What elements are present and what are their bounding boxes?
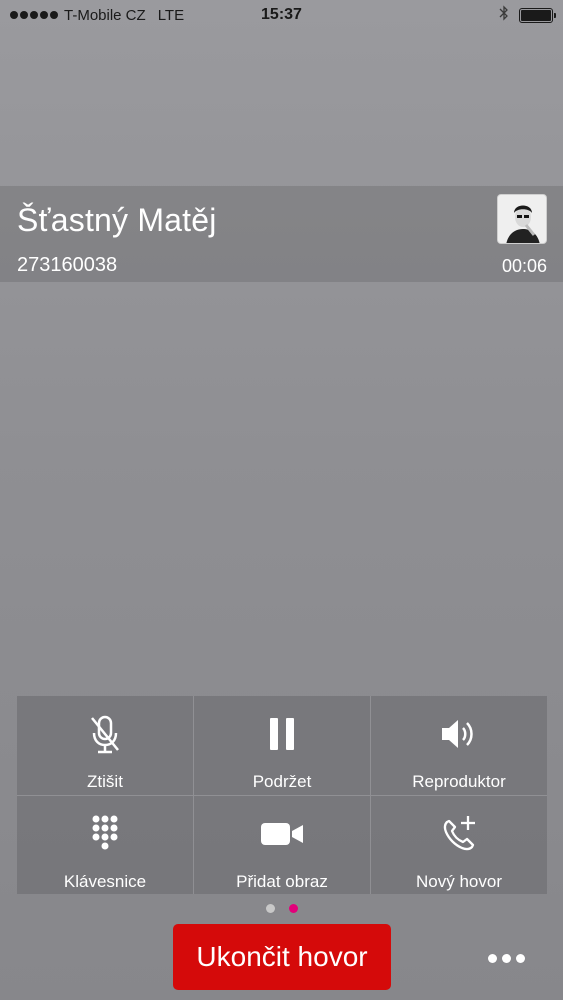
hold-button[interactable]: Podržet	[194, 696, 370, 795]
mute-mic-icon	[88, 712, 122, 756]
bluetooth-icon	[499, 5, 509, 25]
pause-icon	[267, 712, 297, 756]
page-dot-1[interactable]	[265, 904, 275, 913]
video-camera-icon	[259, 812, 305, 856]
status-right	[499, 5, 556, 25]
speaker-button[interactable]: Reproduktor	[371, 696, 547, 795]
contact-name: Šťastný Matěj	[17, 202, 217, 238]
signal-dots-icon	[10, 11, 58, 19]
keypad-label: Klávesnice	[63, 871, 147, 891]
new-call-label: Nový hovor	[416, 871, 502, 891]
mute-label: Ztišit	[87, 772, 123, 791]
keypad-icon	[91, 812, 119, 856]
speaker-icon	[439, 712, 479, 756]
end-call-button[interactable]: Ukončit hovor	[173, 924, 391, 990]
more-dots-icon	[487, 953, 497, 963]
add-video-button[interactable]: Přidat obraz	[194, 795, 370, 894]
keypad-button[interactable]: Klávesnice	[17, 795, 193, 894]
more-options-button[interactable]	[478, 936, 534, 980]
mute-button[interactable]: Ztišit	[17, 696, 193, 795]
page-dot-2[interactable]	[288, 904, 298, 913]
status-left: T-Mobile CZ LTE	[10, 7, 184, 24]
call-duration: 00:06	[501, 256, 547, 276]
battery-icon	[519, 7, 556, 23]
phone-number: 273160038	[17, 254, 118, 276]
status-bar: T-Mobile CZ LTE 15:37	[0, 0, 563, 30]
new-call-button[interactable]: Nový hovor	[371, 795, 547, 894]
add-video-label: Přidat obraz	[236, 871, 328, 891]
page-indicator	[0, 904, 563, 913]
contact-avatar	[497, 194, 547, 244]
network-type: LTE	[157, 6, 185, 24]
call-info-panel: Šťastný Matěj 273160038 00:06	[0, 186, 563, 282]
call-controls-grid: Ztišit Podržet Reproduktor Klávesnice Př…	[17, 696, 547, 894]
carrier-name: T-Mobile CZ	[64, 6, 146, 24]
add-call-icon	[439, 812, 479, 856]
speaker-label: Reproduktor	[412, 772, 506, 791]
hold-label: Podržet	[252, 772, 312, 791]
